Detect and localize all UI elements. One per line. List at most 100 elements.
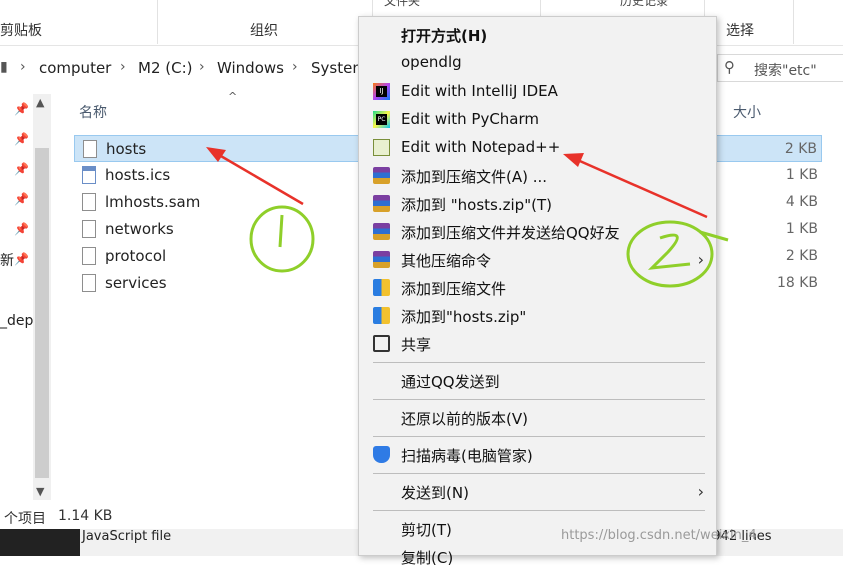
menu-separator (373, 473, 705, 474)
ribbon-separator (157, 0, 158, 44)
menu-item[interactable]: 复制(C) (359, 543, 716, 571)
ribbon-top-history[interactable]: 历史记录 (620, 0, 668, 9)
pin-icon[interactable]: 📌 (14, 252, 29, 266)
menu-item[interactable]: Edit with PyCharm (359, 106, 716, 134)
item-count: 个项目 (4, 511, 46, 527)
menu-item-label: 其他压缩命令 (401, 252, 492, 270)
chevron-right-icon[interactable]: › (292, 59, 298, 75)
zip-icon (373, 279, 390, 296)
menu-item[interactable]: 打开方式(H) (359, 21, 716, 49)
menu-item-label: Edit with Notepad++ (401, 138, 561, 156)
search-box[interactable]: ⚲ 搜索"etc" (717, 54, 843, 82)
winrar-icon (373, 223, 390, 240)
pin-icon[interactable]: 📌 (14, 102, 29, 116)
menu-item[interactable]: 还原以前的版本(V) (359, 404, 716, 432)
menu-item[interactable]: 扫描病毒(电脑管家) (359, 441, 716, 469)
search-icon: ⚲ (724, 58, 735, 76)
breadcrumb-computer[interactable]: computer (39, 59, 111, 77)
pycharm-icon (373, 111, 390, 128)
menu-item-label: 添加到"hosts.zip" (401, 308, 527, 326)
menu-item-label: 剪切(T) (401, 521, 452, 539)
chevron-right-icon[interactable]: › (20, 59, 26, 75)
menu-item[interactable]: 通过QQ发送到 (359, 367, 716, 395)
menu-item-label: 共享 (401, 336, 432, 354)
calendar-file-icon (82, 166, 96, 184)
column-header-size[interactable]: 大小 (733, 102, 761, 122)
file-size: 4 KB (785, 194, 818, 210)
context-menu: 打开方式(H) opendlg Edit with IntelliJ IDEA Edi… (358, 16, 717, 567)
nav-scrollbar[interactable]: ▲ ▼ (33, 94, 51, 500)
menu-item-label: Edit with PyCharm (401, 110, 540, 128)
menu-item[interactable]: 添加到"hosts.zip" (359, 302, 716, 330)
file-name: protocol (105, 247, 167, 265)
chevron-right-icon[interactable]: › (199, 59, 205, 75)
menu-item[interactable]: 添加到压缩文件并发送给QQ好友 (359, 218, 716, 246)
column-header-name[interactable]: 名称 (79, 102, 107, 122)
menu-separator (373, 362, 705, 363)
winrar-icon (373, 251, 390, 268)
file-size: 2 KB (784, 141, 817, 157)
file-size: 1 KB (785, 167, 818, 183)
menu-item-label: 扫描病毒(电脑管家) (401, 447, 533, 465)
menu-item[interactable]: 添加到 "hosts.zip"(T) (359, 190, 716, 218)
breadcrumb-windows[interactable]: Windows (217, 59, 284, 77)
menu-item-label: 添加到压缩文件(A) ... (401, 168, 548, 186)
menu-item-label: 添加到压缩文件并发送给QQ好友 (401, 224, 620, 242)
menu-separator (373, 510, 705, 511)
file-size: 2 KB (785, 248, 818, 264)
menu-item-label: 添加到压缩文件 (401, 280, 507, 298)
status-bar: 个项目 1.14 KB (0, 505, 360, 529)
ribbon-group-select: 选择 (726, 23, 754, 39)
pin-icon[interactable]: 📌 (14, 192, 29, 206)
menu-item[interactable]: 添加到压缩文件 (359, 274, 716, 302)
ribbon-top-folder[interactable]: 文件夹 (384, 0, 420, 9)
chevron-right-icon[interactable]: › (120, 59, 126, 75)
ribbon-group-organize: 组织 (250, 23, 278, 39)
shield-icon (373, 446, 390, 463)
breadcrumb-drive[interactable]: M2 (C:) (138, 59, 193, 77)
menu-item[interactable]: opendlg (359, 49, 716, 77)
menu-item[interactable]: 发送到(N) › (359, 478, 716, 506)
file-name: lmhosts.sam (105, 193, 201, 211)
menu-item[interactable]: 共享 (359, 330, 716, 358)
chevron-right-icon: › (697, 250, 704, 269)
file-size: 1 KB (785, 221, 818, 237)
menu-item[interactable]: Edit with IntelliJ IDEA (359, 78, 716, 106)
background-image (0, 529, 80, 556)
watermark-text: https://blog.csdn.net/weixin_4 (561, 528, 757, 543)
pin-icon[interactable]: 📌 (14, 162, 29, 176)
menu-item-label: 通过QQ发送到 (401, 373, 500, 391)
file-name: services (105, 274, 167, 292)
file-icon (82, 247, 96, 265)
menu-item[interactable]: 添加到压缩文件(A) ... (359, 162, 716, 190)
menu-item-label: opendlg (401, 53, 462, 71)
scroll-down-icon[interactable]: ▼ (36, 485, 44, 498)
pin-icon[interactable]: 📌 (14, 132, 29, 146)
menu-item-label: 复制(C) (401, 549, 454, 567)
intellij-icon (373, 83, 390, 100)
menu-item[interactable]: Edit with Notepad++ (359, 134, 716, 162)
file-icon (82, 274, 96, 292)
file-name: hosts (106, 140, 147, 158)
sort-ascending-icon: ^ (228, 90, 238, 103)
scroll-up-icon[interactable]: ▲ (36, 96, 44, 109)
file-name: networks (105, 220, 174, 238)
menu-item-label: 添加到 "hosts.zip"(T) (401, 196, 552, 214)
chevron-right-icon: › (697, 482, 704, 501)
pin-icon[interactable]: 📌 (14, 222, 29, 236)
file-icon (82, 193, 96, 211)
file-name: hosts.ics (105, 166, 171, 184)
file-type-label: JavaScript file (82, 529, 172, 544)
nav-item-label[interactable]: 新 (0, 250, 14, 270)
menu-item[interactable]: 其他压缩命令 › (359, 246, 716, 274)
menu-item-label: Edit with IntelliJ IDEA (401, 82, 558, 100)
folder-icon: ▮ (0, 59, 8, 75)
share-icon (373, 335, 390, 352)
nav-item-label[interactable]: _dep (0, 313, 33, 329)
ribbon-group-clipboard: 剪贴板 (0, 23, 42, 39)
menu-separator (373, 436, 705, 437)
menu-separator (373, 399, 705, 400)
ribbon-separator (793, 0, 794, 44)
search-placeholder[interactable]: 搜索"etc" (754, 60, 817, 80)
scrollbar-thumb[interactable] (35, 148, 49, 478)
